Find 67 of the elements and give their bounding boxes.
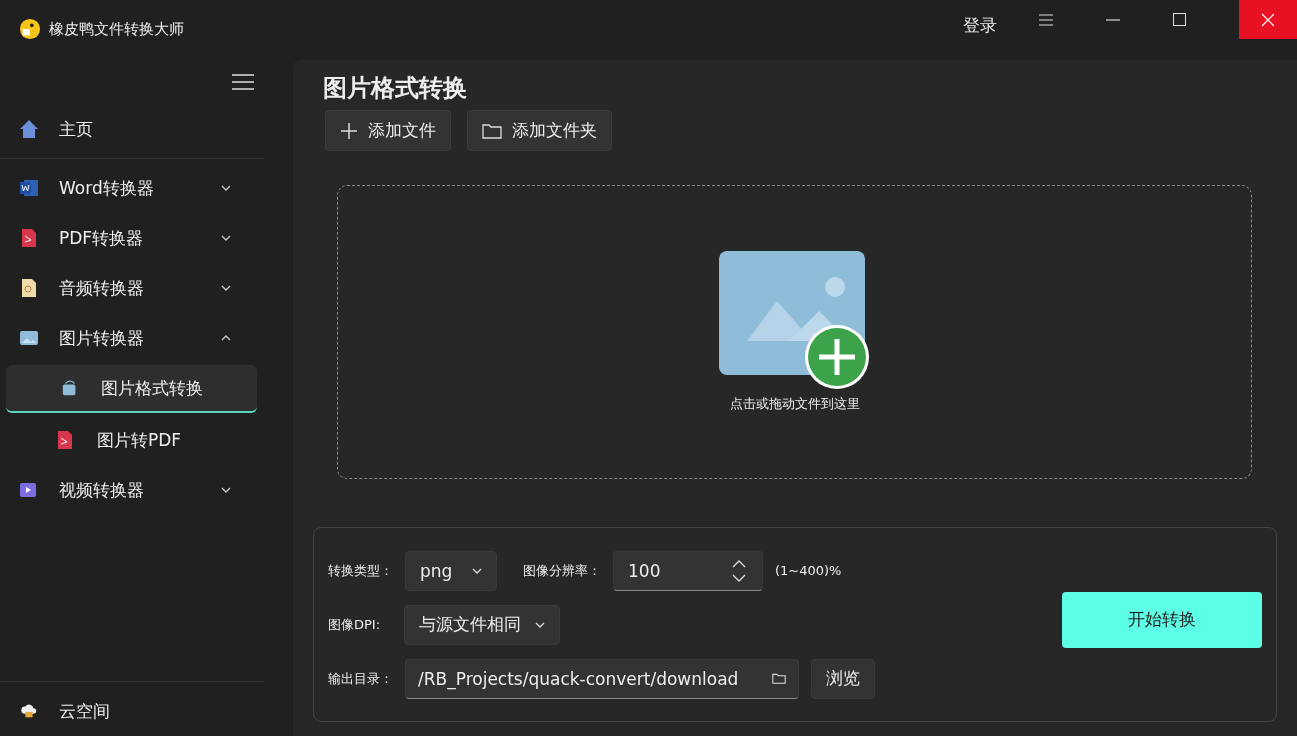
drop-hint: 点击或拖动文件到这里: [729, 395, 860, 413]
sidebar-item[interactable]: Word转换器: [0, 165, 258, 211]
resolution-value: 100: [628, 560, 661, 581]
increment-icon[interactable]: [732, 559, 746, 568]
folder-icon: [482, 122, 502, 139]
sidebar-item-label: 图片格式转换: [101, 376, 204, 400]
sidebar-item[interactable]: PDF转换器: [0, 215, 258, 261]
sidebar-subitem[interactable]: 图片转PDF: [0, 417, 258, 463]
format-dropdown[interactable]: png: [405, 550, 497, 591]
resolution-spinner[interactable]: 100: [613, 550, 763, 591]
sidebar-item-label: 云空间: [59, 699, 111, 723]
chevron-down-icon[interactable]: [221, 487, 231, 493]
sidebar-item-label: 视频转换器: [59, 478, 145, 502]
plus-icon: [340, 121, 358, 140]
chevron-down-icon: [472, 567, 482, 574]
browse-button[interactable]: 浏览: [811, 658, 875, 699]
sidebar-item-label: PDF转换器: [59, 226, 145, 250]
chevron-down-icon[interactable]: [221, 235, 231, 241]
login-button[interactable]: 登录: [963, 14, 997, 37]
sidebar-subitem[interactable]: 图片格式转换: [6, 365, 257, 413]
chevron-down-icon[interactable]: [221, 185, 231, 191]
sidebar-item-label: 音频转换器: [59, 276, 145, 300]
audio-document-icon: [19, 278, 39, 298]
pdf-document-icon: [19, 228, 39, 248]
pdf-document-icon: [55, 430, 75, 450]
file-drop-zone[interactable]: 点击或拖动文件到这里: [337, 185, 1252, 479]
sidebar-item[interactable]: 视频转换器: [0, 467, 258, 513]
chevron-down-icon: [535, 621, 545, 628]
sidebar-item[interactable]: 音频转换器: [0, 265, 258, 311]
add-picture-icon: [718, 251, 871, 391]
sidebar-item-label: 图片转换器: [59, 326, 145, 350]
resolution-range: (1~400)%: [775, 563, 842, 578]
sidebar-item[interactable]: 云空间: [0, 688, 258, 734]
toolbar-button[interactable]: 添加文件: [325, 110, 451, 151]
sidebar-item[interactable]: 图片转换器: [0, 315, 258, 361]
decrement-icon[interactable]: [732, 573, 746, 582]
output-label: 输出目录：: [328, 669, 393, 688]
start-convert-button[interactable]: 开始转换: [1062, 591, 1262, 648]
output-path-value: /RB_Projects/quack-convert/download: [418, 668, 739, 689]
resolution-label: 图像分辨率：: [523, 561, 601, 580]
sidebar-item-label: 主页: [59, 117, 94, 141]
menu-icon[interactable]: [232, 74, 254, 90]
dpi-dropdown[interactable]: 与源文件相同: [404, 604, 560, 645]
close-icon: [1261, 12, 1275, 27]
format-label: 转换类型：: [328, 561, 393, 580]
toolbar-button[interactable]: 添加文件夹: [467, 110, 612, 151]
duck-logo-icon: [19, 18, 41, 40]
minimize-icon[interactable]: [1106, 18, 1120, 21]
app-title: 橡皮鸭文件转换大师: [49, 19, 184, 39]
picture-icon: [19, 328, 39, 348]
menu-icon[interactable]: [1039, 13, 1053, 26]
chevron-down-icon[interactable]: [221, 285, 231, 291]
folder-icon[interactable]: [772, 673, 786, 684]
word-document-icon: [19, 178, 39, 198]
output-path-field[interactable]: /RB_Projects/quack-convert/download: [405, 658, 799, 699]
chevron-up-icon[interactable]: [221, 335, 231, 341]
page-title: 图片格式转换: [323, 73, 468, 104]
sidebar-item-label: Word转换器: [59, 176, 155, 200]
format-value: png: [420, 560, 453, 581]
sidebar-item-label: 图片转PDF: [97, 428, 183, 452]
cloud-icon: [19, 702, 39, 720]
dpi-value: 与源文件相同: [419, 613, 521, 636]
sidebar-item[interactable]: 主页: [0, 106, 258, 152]
home-icon: [19, 119, 39, 139]
maximize-icon[interactable]: [1173, 13, 1186, 26]
dpi-label: 图像DPI:: [328, 615, 382, 634]
video-icon: [19, 480, 39, 500]
